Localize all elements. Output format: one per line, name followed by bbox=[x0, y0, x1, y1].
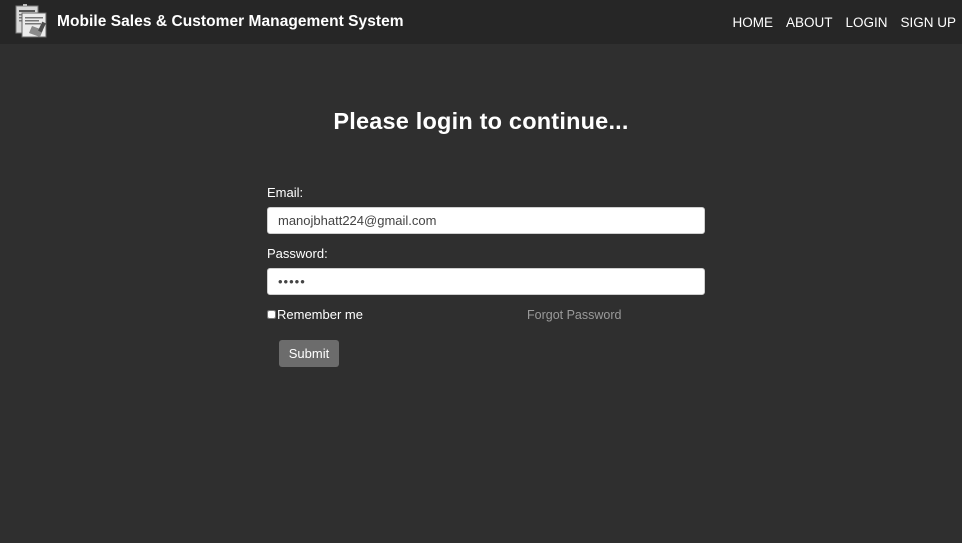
password-label: Password: bbox=[267, 246, 328, 261]
remember-me-checkbox[interactable] bbox=[267, 310, 276, 319]
submit-button[interactable]: Submit bbox=[279, 340, 339, 367]
nav-links: HOME ABOUT LOGIN SIGN UP bbox=[719, 0, 956, 44]
navbar: Mobile Sales & Customer Management Syste… bbox=[0, 0, 962, 44]
password-field[interactable] bbox=[267, 268, 705, 295]
email-label: Email: bbox=[267, 185, 304, 200]
remember-me: Remember me bbox=[267, 307, 363, 322]
forgot-password-link[interactable]: Forgot Password bbox=[527, 308, 621, 322]
nav-home-link[interactable]: HOME bbox=[732, 15, 773, 30]
brand-title: Mobile Sales & Customer Management Syste… bbox=[57, 13, 404, 30]
document-stamp-icon bbox=[15, 4, 47, 38]
email-field[interactable] bbox=[267, 207, 705, 234]
nav-login-link[interactable]: LOGIN bbox=[845, 15, 887, 30]
remember-me-label: Remember me bbox=[277, 307, 363, 322]
nav-signup-link[interactable]: SIGN UP bbox=[900, 15, 956, 30]
nav-about-link[interactable]: ABOUT bbox=[786, 15, 833, 30]
page-title: Please login to continue... bbox=[333, 108, 629, 134]
brand[interactable]: Mobile Sales & Customer Management Syste… bbox=[0, 0, 404, 44]
